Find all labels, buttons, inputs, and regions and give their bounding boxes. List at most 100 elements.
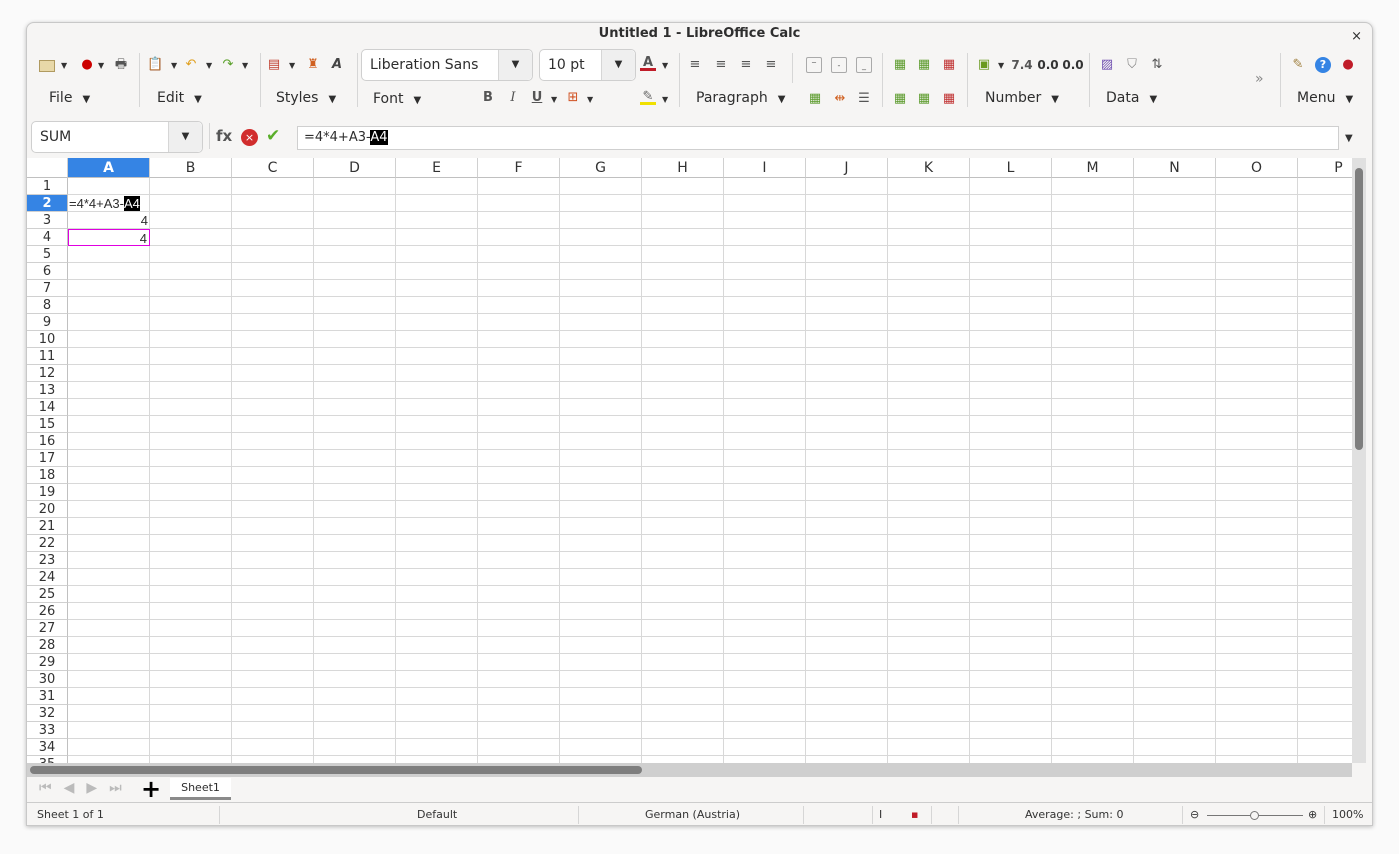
column-header-j[interactable]: J (806, 158, 888, 178)
menu-paragraph[interactable]: Paragraph▼ (696, 90, 785, 106)
prev-sheet-icon[interactable]: ◀ (64, 780, 87, 796)
clear-formatting-icon[interactable]: A (329, 57, 345, 73)
row-header-13[interactable]: 13 (27, 382, 68, 399)
row-header-33[interactable]: 33 (27, 722, 68, 739)
row-header-5[interactable]: 5 (27, 246, 68, 263)
bold-button[interactable]: B (480, 90, 496, 106)
row-header-4[interactable]: 4 (27, 229, 68, 246)
row-header-22[interactable]: 22 (27, 535, 68, 552)
row-header-14[interactable]: 14 (27, 399, 68, 416)
column-header-d[interactable]: D (314, 158, 396, 178)
menu-edit[interactable]: Edit▼ (157, 90, 202, 106)
close-window-button[interactable]: × (1351, 26, 1362, 47)
column-header-e[interactable]: E (396, 158, 478, 178)
row-header-27[interactable]: 27 (27, 620, 68, 637)
open-icon[interactable] (39, 60, 55, 72)
language[interactable]: German (Austria) (645, 803, 740, 826)
first-sheet-icon[interactable]: ⏮ (39, 780, 64, 796)
horizontal-scrollbar-thumb[interactable] (30, 766, 642, 774)
save-icon[interactable]: ● (79, 57, 95, 73)
menu-menu[interactable]: Menu▼ (1297, 90, 1353, 106)
insert-rows-above-icon[interactable]: ▦ (892, 91, 908, 107)
row-header-23[interactable]: 23 (27, 552, 68, 569)
chevron-down-icon[interactable]: ▼ (168, 122, 202, 152)
toolbar-overflow-button[interactable]: » (1255, 71, 1264, 87)
row-header-35[interactable]: 35 (27, 756, 68, 763)
row-header-21[interactable]: 21 (27, 518, 68, 535)
redo-icon[interactable]: ↷ (220, 57, 236, 73)
cell-a3[interactable]: 4 (68, 212, 150, 229)
vertical-scrollbar-thumb[interactable] (1355, 168, 1363, 450)
row-header-34[interactable]: 34 (27, 739, 68, 756)
delete-decimal-icon[interactable]: 0.0 (1062, 57, 1084, 73)
undo-dropdown-icon[interactable]: ▼ (206, 61, 212, 70)
font-color-dropdown-icon[interactable]: ▼ (662, 61, 668, 70)
menu-number[interactable]: Number▼ (985, 90, 1059, 106)
cancel-icon[interactable]: × (241, 129, 258, 146)
row-header-7[interactable]: 7 (27, 280, 68, 297)
clone-formatting-icon[interactable]: ♜ (305, 57, 321, 73)
underline-dropdown-icon[interactable]: ▼ (551, 95, 557, 104)
borders-dropdown-icon[interactable]: ▼ (587, 95, 593, 104)
align-right-icon[interactable]: ≡ (738, 57, 754, 73)
column-header-o[interactable]: O (1216, 158, 1298, 178)
sheet-tab-sheet1[interactable]: Sheet1 (170, 778, 231, 800)
column-header-h[interactable]: H (642, 158, 724, 178)
add-sheet-button[interactable]: + (141, 775, 161, 803)
number-format-icon[interactable]: 7.4 (1011, 57, 1033, 73)
formula-input[interactable]: =4*4+A3-A4 (297, 126, 1339, 150)
column-header-l[interactable]: L (970, 158, 1052, 178)
zoom-out-icon[interactable]: ⊖ (1190, 803, 1199, 826)
row-header-30[interactable]: 30 (27, 671, 68, 688)
menu-data[interactable]: Data▼ (1106, 90, 1157, 106)
name-box[interactable]: SUM ▼ (31, 121, 203, 153)
column-header-f[interactable]: F (478, 158, 560, 178)
row-header-32[interactable]: 32 (27, 705, 68, 722)
row-header-17[interactable]: 17 (27, 450, 68, 467)
accept-icon[interactable]: ✔ (266, 126, 280, 146)
row-header-1[interactable]: 1 (27, 178, 68, 195)
styles-icon[interactable]: ▤ (266, 57, 282, 73)
row-header-31[interactable]: 31 (27, 688, 68, 705)
row-header-10[interactable]: 10 (27, 331, 68, 348)
column-header-m[interactable]: M (1052, 158, 1134, 178)
column-header-n[interactable]: N (1134, 158, 1216, 178)
row-header-2[interactable]: 2 (27, 195, 68, 212)
menu-file[interactable]: File▼ (49, 90, 90, 106)
close-document-icon[interactable]: ● (1340, 57, 1356, 73)
currency-format-icon[interactable]: ▣ (976, 57, 992, 73)
spreadsheet-grid[interactable]: ABCDEFGHIJKLMNOP123456789101112131415161… (27, 158, 1352, 763)
row-header-12[interactable]: 12 (27, 365, 68, 382)
row-header-3[interactable]: 3 (27, 212, 68, 229)
underline-button[interactable]: U (529, 90, 545, 106)
row-header-19[interactable]: 19 (27, 484, 68, 501)
undo-icon[interactable]: ↶ (183, 57, 199, 73)
paste-icon[interactable]: 📋 (147, 57, 163, 73)
column-header-c[interactable]: C (232, 158, 314, 178)
chevron-down-icon[interactable]: ▼ (601, 50, 635, 80)
row-header-15[interactable]: 15 (27, 416, 68, 433)
row-header-18[interactable]: 18 (27, 467, 68, 484)
borders-icon[interactable]: ⊞ (565, 90, 581, 106)
column-header-i[interactable]: I (724, 158, 806, 178)
row-header-6[interactable]: 6 (27, 263, 68, 280)
highlight-dropdown-icon[interactable]: ▼ (662, 95, 668, 104)
row-header-26[interactable]: 26 (27, 603, 68, 620)
zoom-level[interactable]: 100% (1332, 803, 1363, 826)
sort-icon[interactable]: ⇅ (1149, 57, 1165, 73)
insert-rows-below-icon[interactable]: ▦ (916, 91, 932, 107)
zoom-in-icon[interactable]: ⊕ (1308, 803, 1317, 826)
column-header-k[interactable]: K (888, 158, 970, 178)
column-header-a[interactable]: A (68, 158, 150, 178)
currency-dropdown-icon[interactable]: ▼ (998, 61, 1004, 70)
autofilter-icon[interactable]: ⛉ (1124, 57, 1140, 73)
add-decimal-icon[interactable]: 0.0 (1037, 57, 1059, 73)
justify-icon[interactable]: ≡ (763, 57, 779, 73)
chevron-down-icon[interactable]: ▼ (498, 50, 532, 80)
styles-dropdown-icon[interactable]: ▼ (289, 61, 295, 70)
column-header-g[interactable]: G (560, 158, 642, 178)
zoom-slider-handle[interactable] (1250, 811, 1259, 820)
tools-icon[interactable]: ✎ (1290, 57, 1306, 73)
expand-formula-bar-icon[interactable]: ▼ (1345, 133, 1353, 144)
page-style[interactable]: Default (417, 803, 457, 826)
